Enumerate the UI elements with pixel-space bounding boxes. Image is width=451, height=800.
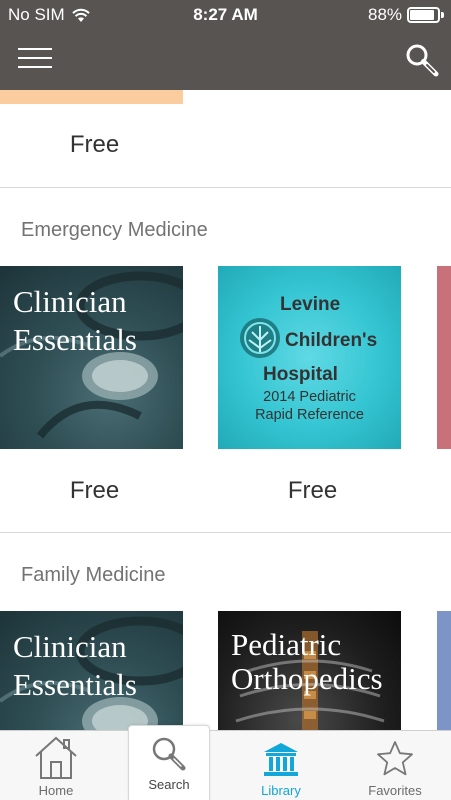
battery-nub xyxy=(441,12,444,18)
home-icon xyxy=(35,736,77,779)
tab-label: Library xyxy=(261,783,301,798)
status-bar: No SIM 8:27 AM 88% xyxy=(0,0,451,30)
book-subtitle-line: 2014 Pediatric xyxy=(263,389,356,405)
star-icon xyxy=(377,741,413,776)
tab-library[interactable]: Library xyxy=(240,731,322,800)
partial-book-cover-stripe xyxy=(0,90,183,104)
tab-label: Search xyxy=(148,777,190,792)
book-title-line: Clinician xyxy=(13,284,127,319)
book-title-line: Clinician xyxy=(13,629,127,664)
search-icon[interactable] xyxy=(404,42,440,78)
book-cover-partial[interactable] xyxy=(437,266,451,449)
tab-favorites[interactable]: Favorites xyxy=(354,731,436,800)
book-title-line: Children's xyxy=(285,330,378,351)
book-title-line: Pediatric xyxy=(231,627,342,662)
library-icon xyxy=(264,743,298,776)
battery-icon xyxy=(407,7,440,23)
search-icon xyxy=(152,737,186,771)
tab-label: Favorites xyxy=(368,783,422,798)
battery-percent: 88% xyxy=(368,5,403,24)
tab-search[interactable]: Search xyxy=(128,725,210,800)
tab-label: Home xyxy=(38,783,74,798)
book-title-line: Essentials xyxy=(13,322,137,357)
partial-book-price: Free xyxy=(69,131,120,158)
book-cover-levine-childrens-hospital[interactable]: Levine Children's Hospital 2014 Pediatri… xyxy=(218,266,401,449)
book-price: Free xyxy=(287,477,338,504)
hamburger-menu-icon[interactable] xyxy=(18,48,52,70)
book-title-line: Essentials xyxy=(13,667,137,702)
section-title-emergency-medicine: Emergency Medicine xyxy=(21,219,208,241)
book-title-line: Levine xyxy=(280,294,341,315)
section-divider xyxy=(0,187,451,188)
book-price: Free xyxy=(69,477,120,504)
section-title-family-medicine: Family Medicine xyxy=(21,564,166,586)
tab-home[interactable]: Home xyxy=(15,731,97,800)
book-title-line: Hospital xyxy=(263,364,338,385)
book-cover-clinician-essentials[interactable]: Clinician Essentials xyxy=(0,266,183,449)
section-divider xyxy=(0,532,451,533)
tab-bar: Home Search Library Favorites xyxy=(0,725,451,800)
book-title-line: Orthopedics xyxy=(231,661,383,696)
book-subtitle-line: Rapid Reference xyxy=(255,407,364,423)
